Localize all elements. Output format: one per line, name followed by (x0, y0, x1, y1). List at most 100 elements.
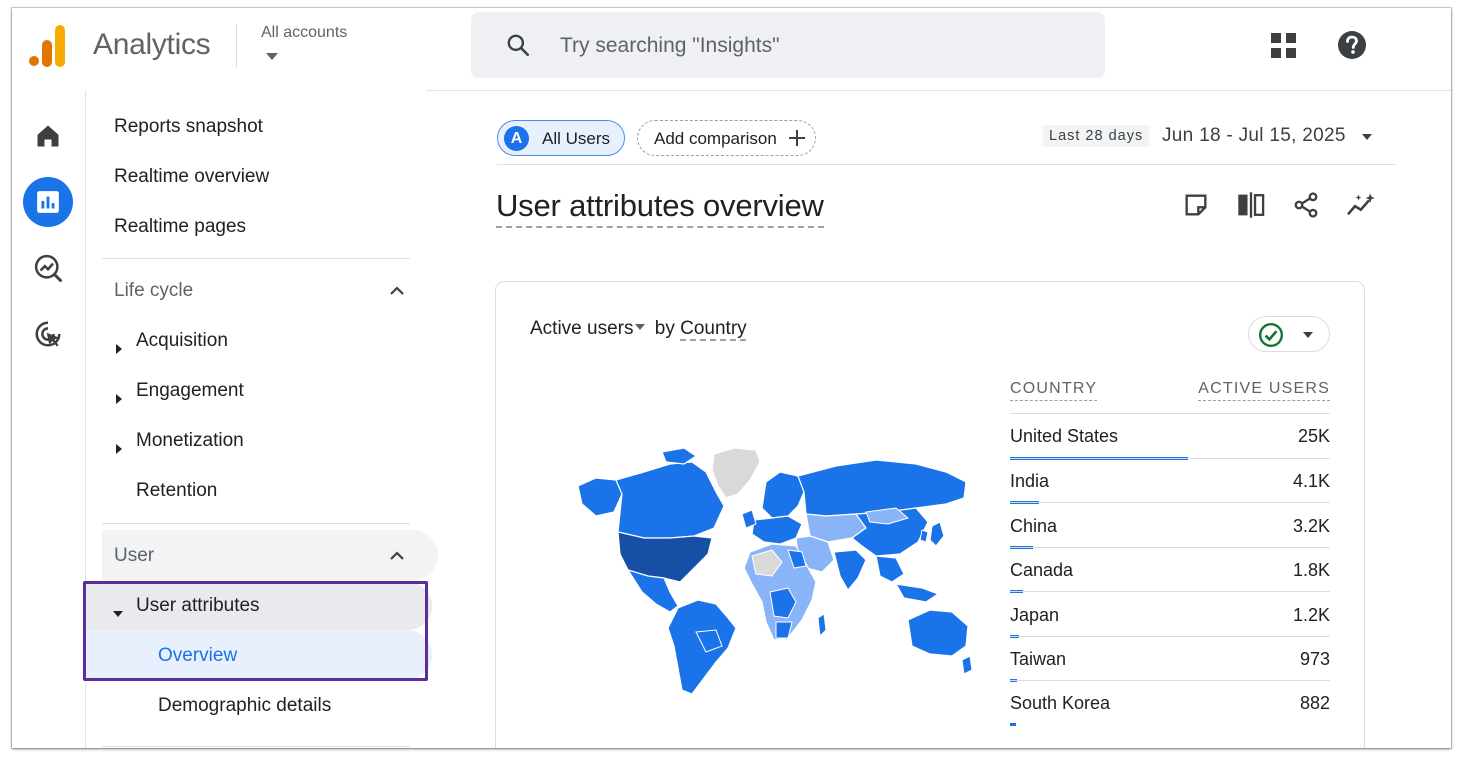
table-divider (1010, 502, 1330, 503)
column-header-country[interactable]: COUNTRY (1010, 380, 1098, 401)
analytics-logo-icon[interactable] (29, 25, 67, 67)
add-comparison-label: Add comparison (654, 129, 777, 148)
region-russia[interactable] (797, 459, 967, 517)
table-row-country[interactable]: India (1010, 471, 1049, 492)
nav-engagement[interactable]: Engagement (136, 380, 244, 402)
nav-section-user[interactable]: User (114, 545, 154, 567)
nav-reports-snapshot[interactable]: Reports snapshot (114, 116, 263, 138)
region-scandinavia[interactable] (761, 471, 805, 519)
region-korea[interactable] (919, 529, 929, 543)
nav-retention[interactable]: Retention (136, 480, 217, 502)
expand-arrow-icon[interactable] (116, 394, 122, 404)
search-bar[interactable]: Try searching "Insights" (471, 12, 1105, 78)
nav-monetization[interactable]: Monetization (136, 430, 244, 452)
account-selector-label[interactable]: All accounts (261, 24, 347, 42)
plus-icon (789, 130, 805, 146)
region-alaska[interactable] (577, 477, 623, 517)
region-madagascar[interactable] (817, 613, 827, 638)
region-canada[interactable] (615, 461, 725, 539)
region-india[interactable] (833, 549, 867, 592)
app-window: Analytics All accounts Try searching "In… (12, 8, 1451, 748)
table-row-value: 973 (1299, 649, 1330, 669)
table-row-value: 882 (1299, 693, 1330, 713)
page-title[interactable]: User attributes overview (496, 188, 824, 228)
expand-arrow-icon[interactable] (116, 444, 122, 454)
active-users-by-country-card: Active users by Country COUNTRY ACTIVE U… (495, 281, 1365, 748)
region-southeast-asia[interactable] (875, 555, 905, 583)
card-by-label: by (654, 318, 675, 339)
date-range-picker[interactable]: Jun 18 - Jul 15, 2025 (1162, 125, 1346, 147)
chevron-up-icon[interactable] (388, 549, 406, 563)
date-preset-tag[interactable]: Last 28 days (1043, 125, 1150, 147)
compare-columns-icon[interactable] (1236, 191, 1266, 219)
highlight-annotation (83, 581, 428, 681)
search-input[interactable]: Try searching "Insights" (560, 34, 780, 58)
note-icon[interactable] (1182, 191, 1210, 219)
table-divider (1010, 458, 1330, 459)
metric-selector[interactable]: Active users (530, 318, 633, 339)
account-dropdown-icon[interactable] (266, 53, 278, 60)
table-divider (1010, 591, 1330, 592)
nav-demographic-details[interactable]: Demographic details (158, 695, 331, 717)
segment-label: All Users (542, 129, 611, 148)
nav-acquisition[interactable]: Acquisition (136, 330, 228, 352)
search-icon (507, 34, 530, 57)
advertising-button[interactable] (23, 309, 73, 359)
column-header-active-users[interactable]: ACTIVE USERS (1198, 380, 1330, 401)
segment-chip-all-users[interactable]: A All Users (497, 120, 625, 156)
reports-button[interactable] (23, 177, 73, 227)
home-button[interactable] (23, 111, 73, 161)
add-comparison-button[interactable]: Add comparison (637, 120, 816, 156)
world-map[interactable] (566, 442, 976, 702)
insights-icon[interactable] (1345, 191, 1379, 219)
nav-divider (102, 258, 410, 259)
table-row-value: 3.2K (1292, 516, 1330, 536)
region-uk[interactable] (741, 509, 757, 529)
region-indonesia[interactable] (894, 583, 940, 603)
date-dropdown-icon[interactable] (1362, 134, 1372, 140)
chevron-up-icon[interactable] (388, 284, 406, 298)
app-title: Analytics (93, 28, 211, 61)
home-icon (37, 125, 59, 147)
bar-chart-icon (37, 191, 59, 213)
region-new-zealand[interactable] (961, 655, 973, 675)
top-bar: Analytics All accounts Try searching "In… (12, 8, 1451, 91)
share-bar (1010, 723, 1016, 726)
chevron-down-icon (1303, 332, 1313, 338)
table-row-country[interactable]: United States (1010, 426, 1118, 447)
left-rail (12, 90, 86, 748)
apps-grid-icon[interactable] (1269, 31, 1299, 61)
region-europe[interactable] (751, 515, 803, 545)
table-row-country[interactable]: Canada (1010, 560, 1073, 581)
nav-divider (102, 746, 410, 747)
data-quality-button[interactable] (1248, 316, 1330, 352)
dimension-label[interactable]: Country (680, 318, 747, 339)
explore-button[interactable] (23, 243, 73, 293)
divider (236, 24, 237, 68)
nav-realtime-overview[interactable]: Realtime overview (114, 166, 269, 188)
table-row-value: 4.1K (1292, 471, 1330, 491)
nav-realtime-pages[interactable]: Realtime pages (114, 216, 246, 238)
table-divider (1010, 680, 1330, 681)
table-row-value: 1.2K (1292, 605, 1330, 625)
region-australia[interactable] (907, 609, 969, 657)
check-circle-icon (1258, 322, 1284, 348)
explore-trend-icon (34, 254, 62, 282)
card-title: Active users by Country (530, 318, 747, 340)
table-row-country[interactable]: South Korea (1010, 693, 1110, 714)
table-row-country[interactable]: Japan (1010, 605, 1059, 626)
expand-arrow-icon[interactable] (116, 344, 122, 354)
region-south-america[interactable] (667, 599, 737, 695)
help-icon[interactable] (1337, 30, 1367, 60)
table-divider (1010, 413, 1330, 414)
region-japan[interactable] (929, 521, 945, 547)
table-row-country[interactable]: Taiwan (1010, 649, 1066, 670)
toolbar-divider (497, 164, 1396, 165)
segment-avatar: A (504, 126, 529, 151)
metric-dropdown-icon[interactable] (635, 324, 646, 331)
table-divider (1010, 547, 1330, 548)
region-greenland[interactable] (711, 447, 761, 499)
table-row-country[interactable]: China (1010, 516, 1057, 537)
share-icon[interactable] (1292, 191, 1320, 219)
nav-section-lifecycle[interactable]: Life cycle (114, 280, 193, 302)
